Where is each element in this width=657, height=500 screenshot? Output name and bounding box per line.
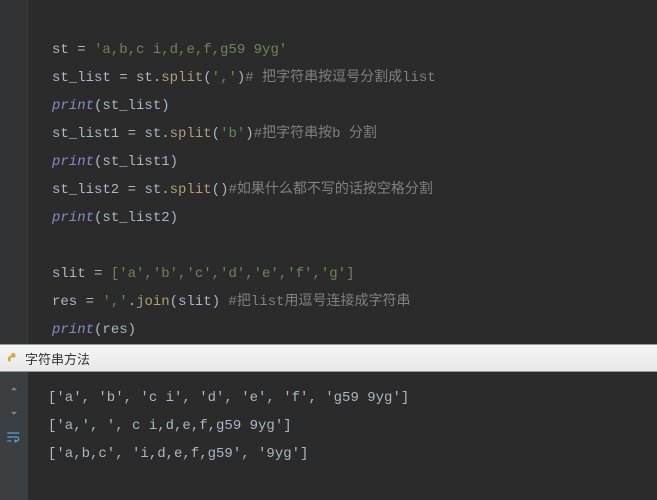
code-token: split (170, 126, 212, 142)
code-token: st_list2 (102, 210, 169, 226)
code-token: ) (170, 210, 178, 226)
code-token: = (77, 294, 102, 310)
code-token: ',' (102, 294, 127, 310)
code-token: print (52, 154, 94, 170)
code-token: print (52, 210, 94, 226)
code-token: print (52, 322, 94, 338)
code-token: join (136, 294, 170, 310)
code-token: . (153, 70, 161, 86)
code-token: = (69, 42, 94, 58)
code-token: st_list2 (52, 182, 119, 198)
console-tab-label[interactable]: 字符串方法 (25, 349, 90, 368)
code-editor[interactable]: st = 'a,b,c i,d,e,f,g59 9yg' st_list = s… (0, 0, 657, 344)
code-token: st (136, 70, 153, 86)
python-icon (6, 351, 20, 365)
code-token: st_list (102, 98, 161, 114)
code-token: st (144, 126, 161, 142)
code-token: split (161, 70, 203, 86)
code-token: st (144, 182, 161, 198)
code-token: = (119, 126, 144, 142)
code-token: = (111, 70, 136, 86)
code-token: ( (212, 126, 220, 142)
code-token: . (128, 294, 136, 310)
output-line: ['a,b,c', 'i,d,e,f,g59', '9yg'] (48, 446, 308, 462)
code-token: slit (178, 294, 212, 310)
code-token: st (52, 42, 69, 58)
code-token: 'a,b,c i,d,e,f,g59 9yg' (94, 42, 287, 58)
arrow-down-icon[interactable] (5, 404, 23, 422)
code-token: ( (203, 70, 211, 86)
code-content[interactable]: st = 'a,b,c i,d,e,f,g59 9yg' st_list = s… (48, 0, 436, 344)
code-token: slit (52, 266, 86, 282)
code-token: st_list (52, 70, 111, 86)
code-token: st_list1 (52, 126, 119, 142)
wrap-icon[interactable] (5, 428, 23, 446)
code-token: #把list用逗号连接成字符串 (220, 294, 410, 310)
code-token: st_list1 (102, 154, 169, 170)
console-panel: ['a', 'b', 'c i', 'd', 'e', 'f', 'g59 9y… (0, 372, 657, 500)
editor-margin (28, 0, 48, 344)
code-token: ) (170, 154, 178, 170)
code-token: ',' (212, 70, 237, 86)
code-token: res (102, 322, 127, 338)
editor-gutter (0, 0, 28, 344)
console-output[interactable]: ['a', 'b', 'c i', 'd', 'e', 'f', 'g59 9y… (28, 372, 409, 500)
code-token: = (119, 182, 144, 198)
code-token: ) (245, 126, 253, 142)
code-token: # 把字符串按逗号分割成list (245, 70, 435, 86)
code-token: split (170, 182, 212, 198)
code-token: res (52, 294, 77, 310)
output-line: ['a', 'b', 'c i', 'd', 'e', 'f', 'g59 9y… (48, 390, 409, 406)
code-token: = (86, 266, 111, 282)
code-token: print (52, 98, 94, 114)
code-token: ['a','b','c','d','e','f','g'] (111, 266, 355, 282)
code-token: ) (128, 322, 136, 338)
code-token: . (161, 126, 169, 142)
code-token: ) (161, 98, 169, 114)
code-token: #把字符串按b 分割 (254, 126, 377, 142)
code-token: () (212, 182, 229, 198)
code-token: 'b' (220, 126, 245, 142)
console-tab-bar: 字符串方法 (0, 344, 657, 372)
code-token: ) (212, 294, 220, 310)
code-token: . (161, 182, 169, 198)
code-token: ( (170, 294, 178, 310)
output-line: ['a,', ', c i,d,e,f,g59 9yg'] (48, 418, 292, 434)
console-gutter (0, 372, 28, 500)
code-token: #如果什么都不写的话按空格分割 (228, 182, 432, 198)
arrow-up-icon[interactable] (5, 380, 23, 398)
